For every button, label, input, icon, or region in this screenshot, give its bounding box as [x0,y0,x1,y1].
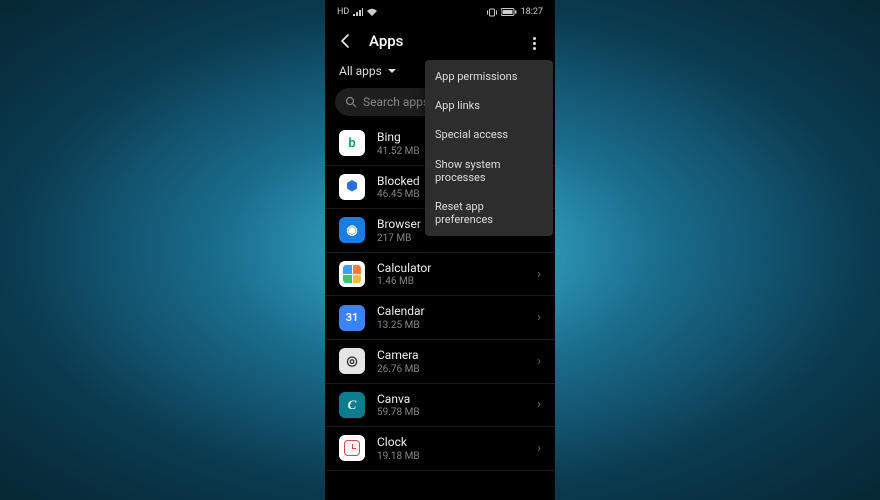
app-row[interactable]: ◎ Camera26.76 MB › [325,340,555,384]
app-meta: Camera26.76 MB [377,348,525,375]
app-name: Camera [377,348,525,364]
kebab-dot [533,47,536,50]
chevron-right-icon: › [537,267,541,282]
chevron-right-icon: › [537,397,541,412]
blocked-icon: ⬢ [339,174,365,200]
status-bar: HD 18:27 [325,0,555,24]
app-meta: Calculator1.46 MB [377,261,525,288]
menu-item[interactable]: App links [425,91,553,120]
overflow-menu-button[interactable] [527,34,541,52]
chevron-right-icon: › [537,354,541,369]
back-button[interactable] [337,32,355,50]
app-name: Calculator [377,261,525,277]
kebab-dot [533,42,536,45]
menu-item[interactable]: App permissions [425,62,553,91]
app-row[interactable]: Calculator1.46 MB › [325,253,555,297]
vibrate-icon [487,8,497,17]
kebab-dot [533,37,536,40]
chevron-right-icon: › [537,441,541,456]
app-size: 19.18 MB [377,451,525,462]
clock-icon [339,435,365,461]
app-row[interactable]: Clock19.18 MB › [325,427,555,471]
browser-icon: ◉ [339,217,365,243]
app-meta: Calendar13.25 MB [377,304,525,331]
app-size: 26.76 MB [377,364,525,375]
page-title: Apps [369,32,403,50]
app-row[interactable]: C Canva59.78 MB › [325,384,555,428]
app-name: Canva [377,392,525,408]
status-time: 18:27 [521,7,543,17]
app-header: Apps [325,24,555,58]
camera-icon: ◎ [339,348,365,374]
search-icon [345,96,357,108]
signal-icon [353,8,363,16]
battery-icon [501,8,517,16]
canva-icon: C [339,392,365,418]
chevron-down-icon [388,69,396,73]
filter-label: All apps [339,64,382,78]
menu-item[interactable]: Special access [425,120,553,149]
app-size: 13.25 MB [377,320,525,331]
menu-item[interactable]: Show system processes [425,150,553,192]
calculator-icon [339,261,365,287]
wallpaper-background: HD 18:27 Apps [0,0,880,500]
hd-indicator: HD [337,7,349,17]
bing-icon: b [339,130,365,156]
app-size: 1.46 MB [377,276,525,287]
app-size: 59.78 MB [377,407,525,418]
app-row[interactable]: 31 Calendar13.25 MB › [325,296,555,340]
phone-screen: HD 18:27 Apps [325,0,555,500]
calendar-icon: 31 [339,305,365,331]
chevron-right-icon: › [537,310,541,325]
app-name: Clock [377,435,525,451]
app-meta: Canva59.78 MB [377,392,525,419]
menu-item[interactable]: Reset app preferences [425,192,553,234]
app-meta: Clock19.18 MB [377,435,525,462]
overflow-menu: App permissionsApp linksSpecial accessSh… [425,60,553,236]
app-name: Calendar [377,304,525,320]
wifi-icon [367,8,377,16]
search-placeholder: Search apps [363,95,429,109]
